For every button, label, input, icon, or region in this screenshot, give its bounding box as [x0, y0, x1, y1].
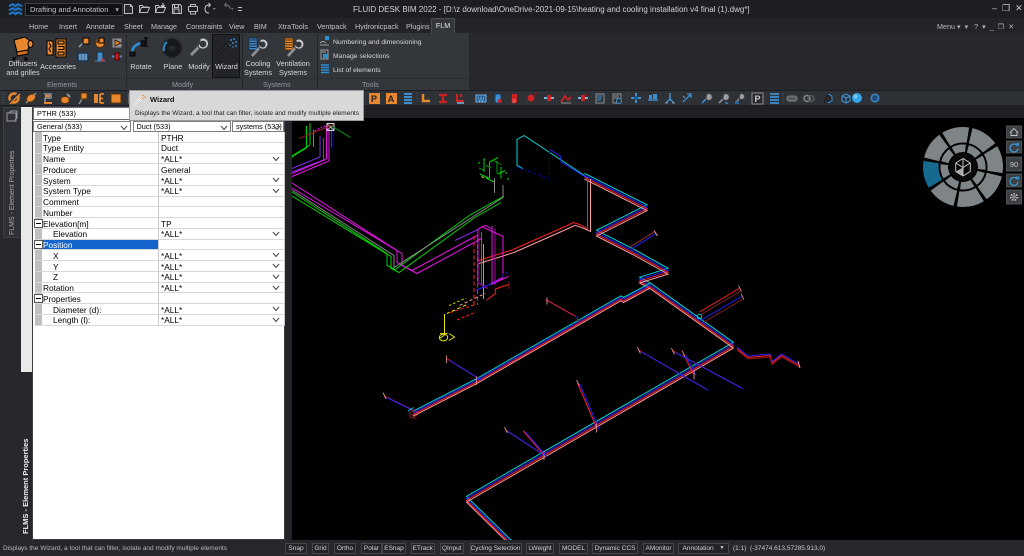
svg-text:90: 90 — [1010, 160, 1018, 169]
svg-text:90: 90 — [169, 47, 176, 53]
svg-text:P: P — [754, 94, 760, 104]
svg-text:W: W — [478, 97, 485, 104]
svg-text:A: A — [388, 94, 395, 104]
svg-text:P: P — [371, 94, 377, 104]
